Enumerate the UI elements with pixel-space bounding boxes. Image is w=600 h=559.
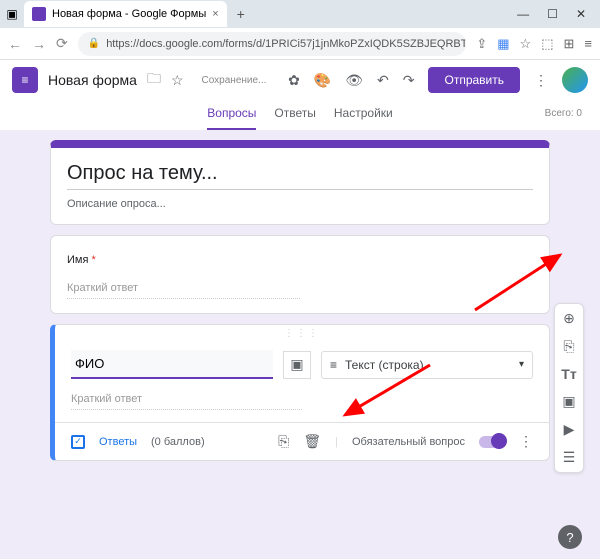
browser-chrome: ▣ Новая форма - Google Формы × + — ☐ ✕ ←…	[0, 0, 600, 60]
question-card-2-active[interactable]: ⋮⋮⋮ ФИО ▣ ≡ Текст (строка) ▾ Краткий отв…	[50, 324, 550, 461]
question-type-label: Текст (строка)	[345, 358, 424, 372]
required-label: Обязательный вопрос	[352, 436, 465, 448]
add-image-icon[interactable]: ▣	[560, 393, 578, 410]
required-toggle[interactable]	[479, 436, 505, 448]
tab-questions[interactable]: Вопросы	[207, 106, 256, 130]
delete-icon[interactable]: 🗑	[303, 433, 321, 450]
forms-logo-icon[interactable]: ≡	[12, 67, 38, 93]
answers-checkbox[interactable]: ✓	[71, 435, 85, 449]
lock-icon: 🔒	[88, 38, 100, 49]
share-icon[interactable]: ⇪	[476, 36, 487, 52]
question-title-input[interactable]: ФИО	[71, 350, 273, 379]
title-card[interactable]: Опрос на тему... Описание опроса...	[50, 140, 550, 225]
translate-icon[interactable]: ▦	[497, 36, 509, 52]
forward-icon[interactable]: →	[32, 36, 46, 52]
url-text: https://docs.google.com/forms/d/1PRICi57…	[106, 38, 466, 50]
help-button[interactable]: ?	[558, 525, 582, 549]
minimize-icon[interactable]: —	[517, 7, 529, 21]
form-canvas: Опрос на тему... Описание опроса... Имя …	[0, 130, 600, 481]
required-asterisk: *	[92, 254, 96, 266]
add-section-icon[interactable]: ☰	[560, 449, 578, 466]
add-video-icon[interactable]: ▶	[560, 421, 578, 438]
short-answer-placeholder: Краткий ответ	[67, 278, 300, 299]
form-name[interactable]: Новая форма	[48, 72, 137, 88]
question-card-1[interactable]: Имя * Краткий ответ	[50, 235, 550, 314]
new-tab-button[interactable]: +	[231, 6, 251, 22]
theme-icon[interactable]: 🎨	[314, 72, 331, 89]
bookmark-icon[interactable]: ☆	[520, 36, 532, 52]
editor-tabs: Вопросы Ответы Настройки Всего: 0	[0, 100, 600, 130]
form-title-input[interactable]: Опрос на тему...	[67, 162, 533, 190]
points-label: (0 баллов)	[151, 436, 205, 448]
tabs-overview-icon[interactable]: ▣	[4, 6, 20, 22]
send-button[interactable]: Отправить	[428, 67, 520, 93]
back-icon[interactable]: ←	[8, 36, 22, 52]
tab-title: Новая форма - Google Формы	[52, 8, 206, 20]
folder-icon[interactable]: 🗀	[147, 68, 161, 92]
add-title-icon[interactable]: Tᴛ	[560, 366, 578, 382]
reload-icon[interactable]: ⟳	[56, 35, 68, 52]
import-questions-icon[interactable]: ⎘	[560, 338, 578, 355]
addon-icon[interactable]: ✿	[288, 72, 300, 89]
question-type-select[interactable]: ≡ Текст (строка) ▾	[321, 351, 533, 379]
redo-icon[interactable]: ↷	[403, 72, 415, 89]
close-window-icon[interactable]: ✕	[576, 7, 586, 21]
add-image-icon[interactable]: ▣	[283, 351, 311, 379]
form-description-input[interactable]: Описание опроса...	[67, 198, 533, 210]
answers-label[interactable]: Ответы	[99, 436, 137, 448]
star-icon[interactable]: ☆	[171, 72, 184, 89]
chevron-down-icon: ▾	[519, 359, 524, 370]
short-answer-placeholder: Краткий ответ	[71, 389, 302, 410]
save-status: Сохранение...	[202, 75, 267, 86]
forms-favicon-icon	[32, 7, 46, 21]
close-tab-icon[interactable]: ×	[212, 8, 218, 20]
undo-icon[interactable]: ↶	[377, 72, 389, 89]
tab-answers[interactable]: Ответы	[274, 106, 315, 130]
tab-settings[interactable]: Настройки	[334, 106, 393, 130]
apps-icon[interactable]: ⊞	[564, 36, 575, 52]
browser-tab[interactable]: Новая форма - Google Формы ×	[24, 1, 227, 27]
maximize-icon[interactable]: ☐	[547, 7, 558, 21]
add-question-icon[interactable]: ⊕	[560, 310, 578, 327]
app-header: ≡ Новая форма 🗀 ☆ Сохранение... ✿ 🎨 👁 ↶ …	[0, 60, 600, 100]
address-bar[interactable]: 🔒 https://docs.google.com/forms/d/1PRICi…	[78, 32, 467, 56]
preview-icon[interactable]: 👁	[345, 72, 363, 89]
question-more-icon[interactable]: ⋮	[519, 433, 533, 450]
avatar[interactable]	[562, 67, 588, 93]
menu-icon[interactable]: ≡	[584, 36, 592, 52]
short-text-icon: ≡	[330, 358, 337, 372]
duplicate-icon[interactable]: ⎘	[278, 433, 289, 450]
extension-icon[interactable]: ⬚	[541, 36, 553, 52]
drag-handle-icon[interactable]: ⋮⋮⋮	[55, 325, 549, 342]
floating-toolbar: ⊕ ⎘ Tᴛ ▣ ▶ ☰	[554, 303, 584, 473]
more-icon[interactable]: ⋮	[534, 72, 548, 89]
question-label: Имя *	[67, 254, 96, 266]
total-responses: Всего: 0	[545, 108, 582, 119]
